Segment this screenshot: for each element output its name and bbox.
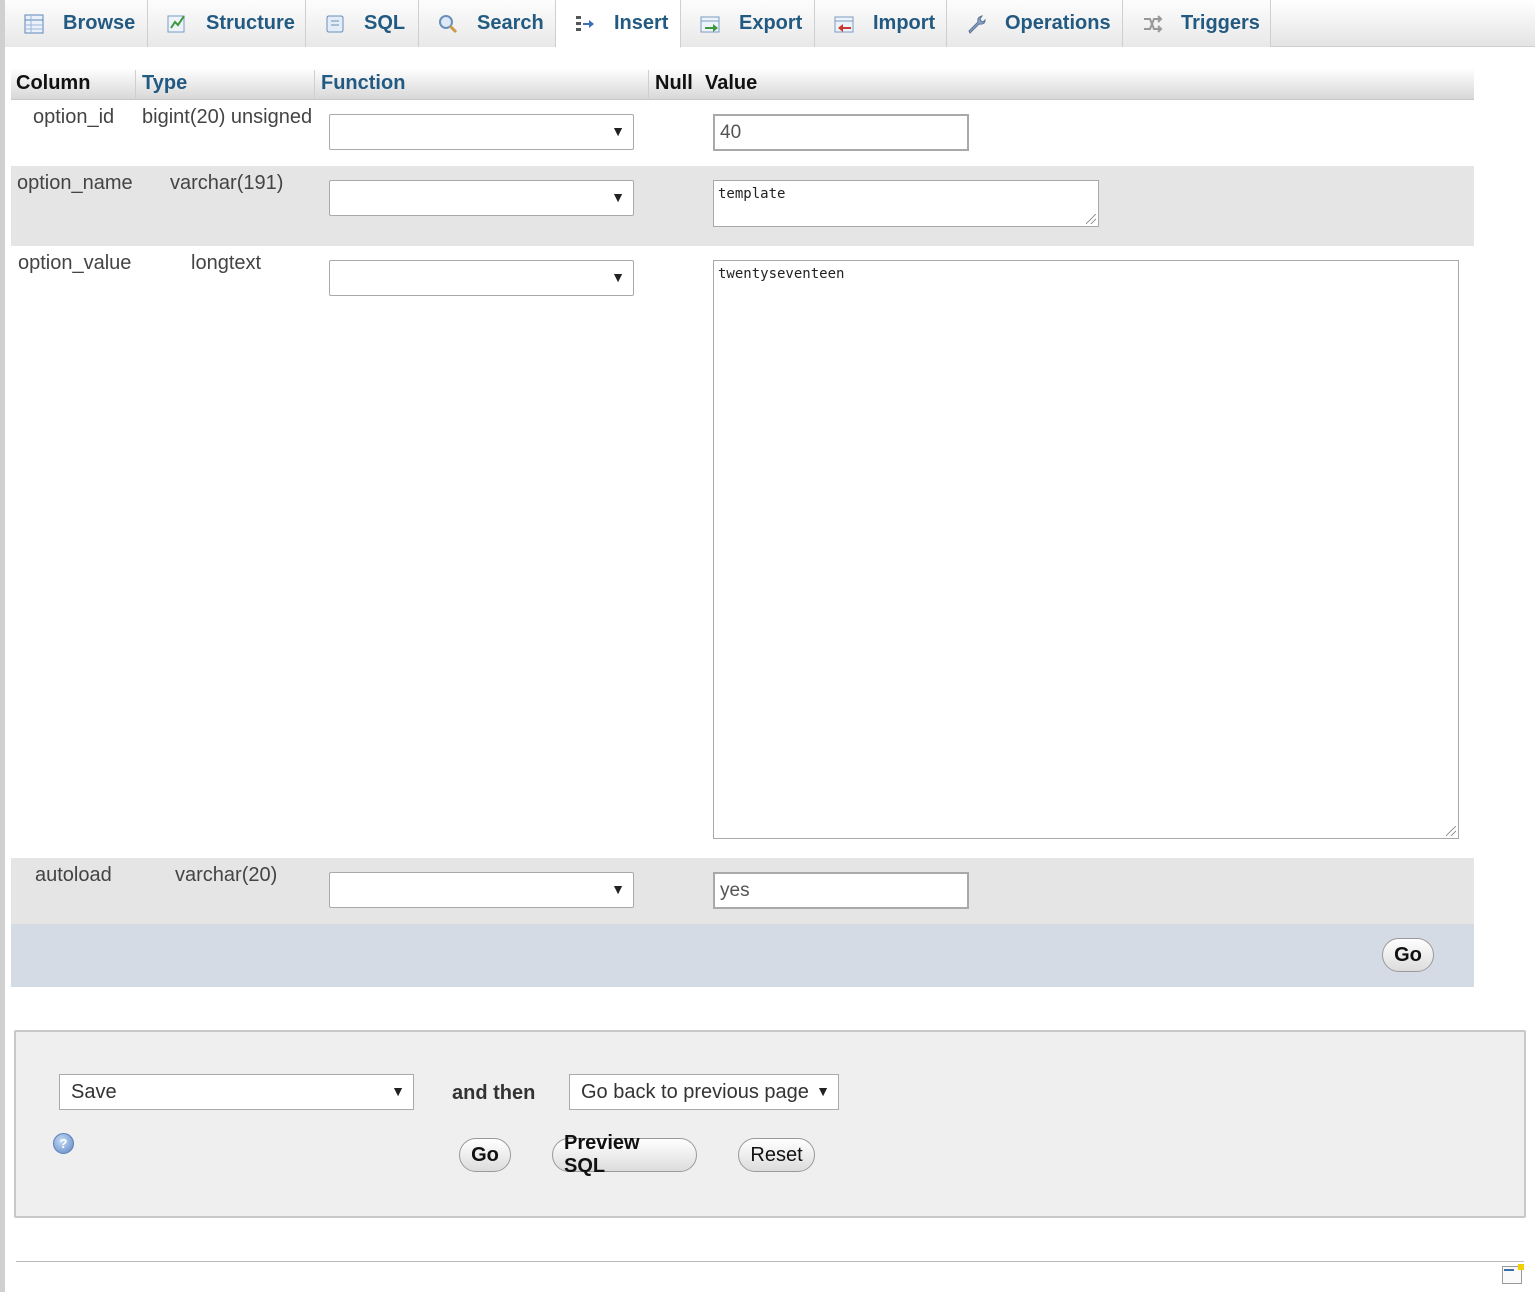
tab-import[interactable]: Import	[815, 0, 947, 47]
column-type: varchar(191)	[170, 172, 284, 194]
insert-icon	[574, 13, 596, 35]
column-name: option_id	[33, 106, 115, 128]
go-button[interactable]: Go	[1382, 938, 1434, 972]
value-input[interactable]: yes	[713, 872, 969, 909]
value-textarea[interactable]: twentyseventeen	[713, 260, 1459, 839]
tab-search-label: Search	[477, 12, 544, 34]
header-divider	[648, 70, 649, 98]
table-row: option_id bigint(20) unsigned ▼ 40	[11, 100, 1474, 166]
tab-browse[interactable]: Browse	[5, 0, 148, 47]
browse-icon	[23, 13, 45, 35]
action-select[interactable]: Save ▼	[59, 1074, 414, 1110]
wrench-icon	[965, 13, 987, 35]
resize-handle[interactable]	[1446, 826, 1456, 836]
help-icon[interactable]: ?	[53, 1133, 74, 1154]
chevron-down-icon: ▼	[611, 881, 625, 897]
header-type[interactable]: Type	[142, 72, 187, 95]
tab-structure[interactable]: Structure	[148, 0, 306, 47]
after-insert-select-value: Go back to previous page	[581, 1081, 809, 1103]
tab-sql-label: SQL	[364, 12, 406, 34]
tab-search[interactable]: Search	[419, 0, 556, 47]
tab-insert-label: Insert	[614, 12, 669, 34]
triggers-icon	[1141, 13, 1163, 35]
tab-export-label: Export	[739, 12, 803, 34]
tab-insert[interactable]: Insert	[556, 0, 681, 48]
structure-icon	[166, 13, 188, 35]
function-select[interactable]: ▼	[329, 872, 634, 908]
chevron-down-icon: ▼	[611, 189, 625, 205]
table-row: option_value longtext ▼ twentyseventeen	[11, 246, 1474, 858]
header-divider	[314, 70, 315, 98]
chevron-down-icon: ▼	[816, 1083, 830, 1099]
tab-import-label: Import	[873, 12, 936, 34]
column-type: varchar(20)	[175, 864, 278, 886]
divider	[16, 1261, 1524, 1262]
and-then-label: and then	[452, 1082, 536, 1104]
table-footer: Go	[11, 924, 1474, 987]
column-name: option_value	[18, 252, 132, 274]
chevron-down-icon: ▼	[611, 269, 625, 285]
insert-table-header: Column Type Function Null Value	[11, 68, 1474, 100]
function-select[interactable]: ▼	[329, 260, 634, 296]
function-select[interactable]: ▼	[329, 180, 634, 216]
value-textarea-text: twentyseventeen	[718, 266, 845, 282]
resize-handle[interactable]	[1086, 214, 1096, 224]
chevron-down-icon: ▼	[611, 123, 625, 139]
value-input[interactable]: 40	[713, 114, 969, 151]
column-type: bigint(20) unsigned	[142, 106, 313, 128]
value-textarea[interactable]: template	[713, 180, 1099, 227]
tab-structure-label: Structure	[206, 12, 295, 34]
tab-browse-label: Browse	[63, 12, 136, 34]
left-border	[0, 0, 5, 1292]
tab-triggers[interactable]: Triggers	[1123, 0, 1271, 47]
header-function[interactable]: Function	[321, 72, 405, 95]
after-insert-select[interactable]: Go back to previous page ▼	[569, 1074, 839, 1110]
column-name: autoload	[35, 864, 112, 886]
export-icon	[699, 13, 721, 35]
function-select[interactable]: ▼	[329, 114, 634, 150]
table-row: autoload varchar(20) ▼ yes	[11, 858, 1474, 924]
sql-icon	[324, 13, 346, 35]
tab-operations-label: Operations	[1005, 12, 1111, 34]
console-icon[interactable]	[1502, 1264, 1524, 1284]
search-icon	[437, 13, 459, 35]
tab-bar: Browse Structure SQL Search Insert Expor…	[5, 0, 1535, 48]
chevron-down-icon: ▼	[391, 1083, 405, 1099]
table-row: option_name varchar(191) ▼ template	[11, 166, 1474, 246]
preview-sql-button[interactable]: Preview SQL	[552, 1132, 697, 1177]
reset-button[interactable]: Reset	[738, 1138, 815, 1172]
header-divider	[135, 70, 136, 98]
column-type: longtext	[191, 252, 262, 274]
tab-export[interactable]: Export	[681, 0, 815, 47]
value-textarea-text: template	[718, 186, 786, 202]
tab-operations[interactable]: Operations	[947, 0, 1123, 47]
import-icon	[833, 13, 855, 35]
tab-triggers-label: Triggers	[1181, 12, 1260, 34]
go-button[interactable]: Go	[459, 1138, 511, 1172]
header-column: Column	[16, 72, 91, 94]
header-null: Null	[655, 72, 693, 94]
tab-sql[interactable]: SQL	[306, 0, 419, 47]
column-name: option_name	[17, 172, 133, 194]
submit-panel: Save ▼ and then Go back to previous page…	[14, 1030, 1526, 1218]
header-value: Value	[705, 72, 758, 94]
action-select-value: Save	[71, 1081, 117, 1103]
